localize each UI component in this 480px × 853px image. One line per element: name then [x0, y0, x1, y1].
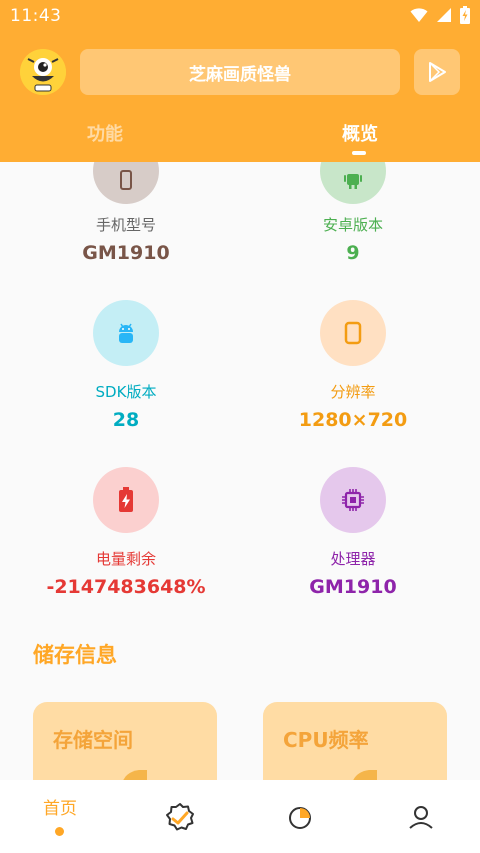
tab-indicator — [352, 151, 366, 155]
storage-icon — [123, 770, 147, 780]
chip-icon — [342, 489, 364, 511]
sdk-version-label: SDK版本 — [95, 383, 157, 401]
monster-logo-icon — [20, 49, 66, 95]
avatar[interactable] — [20, 49, 66, 95]
play-icon — [429, 62, 446, 82]
play-store-button[interactable] — [414, 49, 460, 95]
battery-icon — [119, 487, 133, 512]
resolution-label: 分辨率 — [330, 383, 376, 401]
resolution-circle — [320, 300, 386, 366]
app-title-button[interactable]: 芝麻画质怪兽 — [80, 49, 400, 95]
pie-chart-icon[interactable] — [286, 802, 316, 832]
cpu-frequency-card[interactable]: CPU频率 — [263, 702, 447, 780]
processor-label: 处理器 — [330, 550, 376, 568]
status-icons — [410, 6, 470, 24]
app-header: 11:43 芝麻画质怪兽 功能 概览 — [0, 0, 480, 162]
resolution-value: 1280×720 — [298, 409, 408, 431]
android-version-circle — [320, 162, 386, 204]
android-icon — [119, 323, 133, 343]
android-version-value: 9 — [346, 242, 360, 264]
overview-content[interactable]: 手机型号 GM1910 安卓版本 9 SDK版本 28 分辨率 1280×720… — [0, 162, 480, 780]
phone-model-value: GM1910 — [82, 242, 170, 264]
cpu-frequency-title: CPU频率 — [283, 728, 369, 752]
person-icon[interactable] — [406, 802, 436, 832]
bottom-navigation: 首页 — [0, 780, 480, 853]
processor-value: GM1910 — [309, 576, 397, 598]
storage-section-title: 储存信息 — [33, 643, 117, 667]
battery-circle — [93, 467, 159, 533]
nav-active-dot — [55, 827, 64, 836]
battery-label: 电量剩余 — [95, 550, 156, 568]
phone-model-circle — [93, 162, 159, 204]
verified-icon[interactable] — [165, 802, 195, 832]
processor-circle — [320, 467, 386, 533]
sdk-version-circle — [93, 300, 159, 366]
tab-overview[interactable]: 概览 — [240, 120, 480, 146]
nav-home[interactable]: 首页 — [30, 794, 90, 819]
phone-model-label: 手机型号 — [95, 216, 156, 234]
tab-function[interactable]: 功能 — [0, 120, 210, 146]
wifi-icon — [410, 8, 428, 22]
screen-icon — [344, 321, 362, 345]
signal-icon — [437, 8, 451, 22]
battery-status-icon — [460, 6, 470, 24]
status-bar: 11:43 — [0, 0, 480, 32]
cpu-icon — [353, 770, 377, 780]
sdk-version-value: 28 — [112, 409, 140, 431]
android-version-label: 安卓版本 — [322, 216, 383, 234]
phone-icon — [120, 170, 132, 190]
app-title: 芝麻画质怪兽 — [189, 64, 291, 85]
storage-space-title: 存储空间 — [53, 728, 133, 752]
storage-space-card[interactable]: 存储空间 — [33, 702, 217, 780]
battery-value: -2147483648% — [46, 576, 206, 598]
android-icon — [344, 174, 362, 189]
status-time: 11:43 — [10, 6, 62, 26]
